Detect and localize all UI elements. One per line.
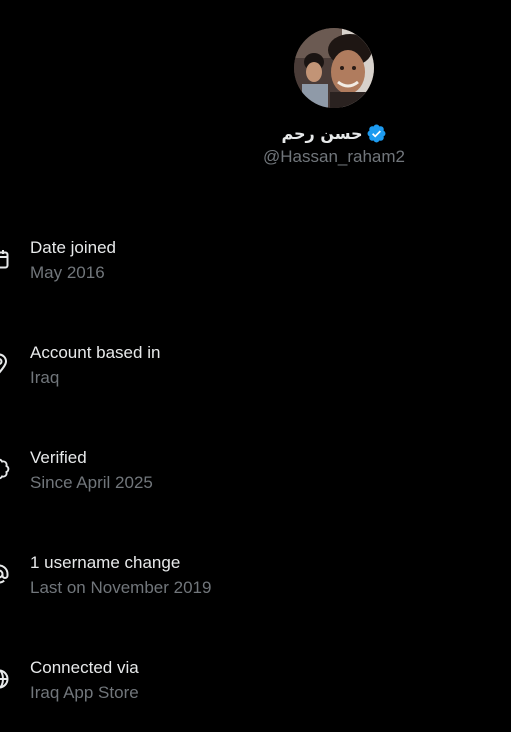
row-title: Verified [30, 448, 87, 467]
avatar-photo [294, 28, 374, 108]
profile-header: حسن رحم @Hassan_raham2 [0, 0, 511, 190]
profile-handle: @Hassan_raham2 [263, 147, 405, 166]
calendar-icon [0, 248, 10, 270]
row-title: Date joined [30, 238, 117, 257]
info-row-account-based-in: Account based in Iraq [0, 343, 511, 403]
row-title: 1 username change [30, 553, 181, 572]
row-value: Iraq App Store [30, 683, 139, 702]
at-sign-icon [0, 563, 10, 585]
name-row: حسن رحم [200, 121, 468, 145]
verified-badge-icon[interactable] [366, 123, 387, 144]
info-row-verified: Verified Since April 2025 [0, 448, 511, 508]
display-name[interactable]: حسن رحم [281, 124, 362, 143]
info-row-date-joined: Date joined May 2016 [0, 238, 511, 298]
verified-badge-icon [0, 458, 10, 480]
row-title: Connected via [30, 658, 139, 677]
location-pin-icon [0, 353, 10, 375]
row-value: Since April 2025 [30, 473, 153, 492]
info-row-connected-via: Connected via Iraq App Store [0, 658, 511, 718]
globe-icon [0, 668, 10, 690]
row-title: Account based in [30, 343, 161, 362]
info-row-username-change: 1 username change Last on November 2019 [0, 553, 511, 613]
row-value: Last on November 2019 [30, 578, 212, 597]
row-value: May 2016 [30, 263, 105, 282]
row-value: Iraq [30, 368, 60, 387]
avatar[interactable] [294, 28, 374, 108]
